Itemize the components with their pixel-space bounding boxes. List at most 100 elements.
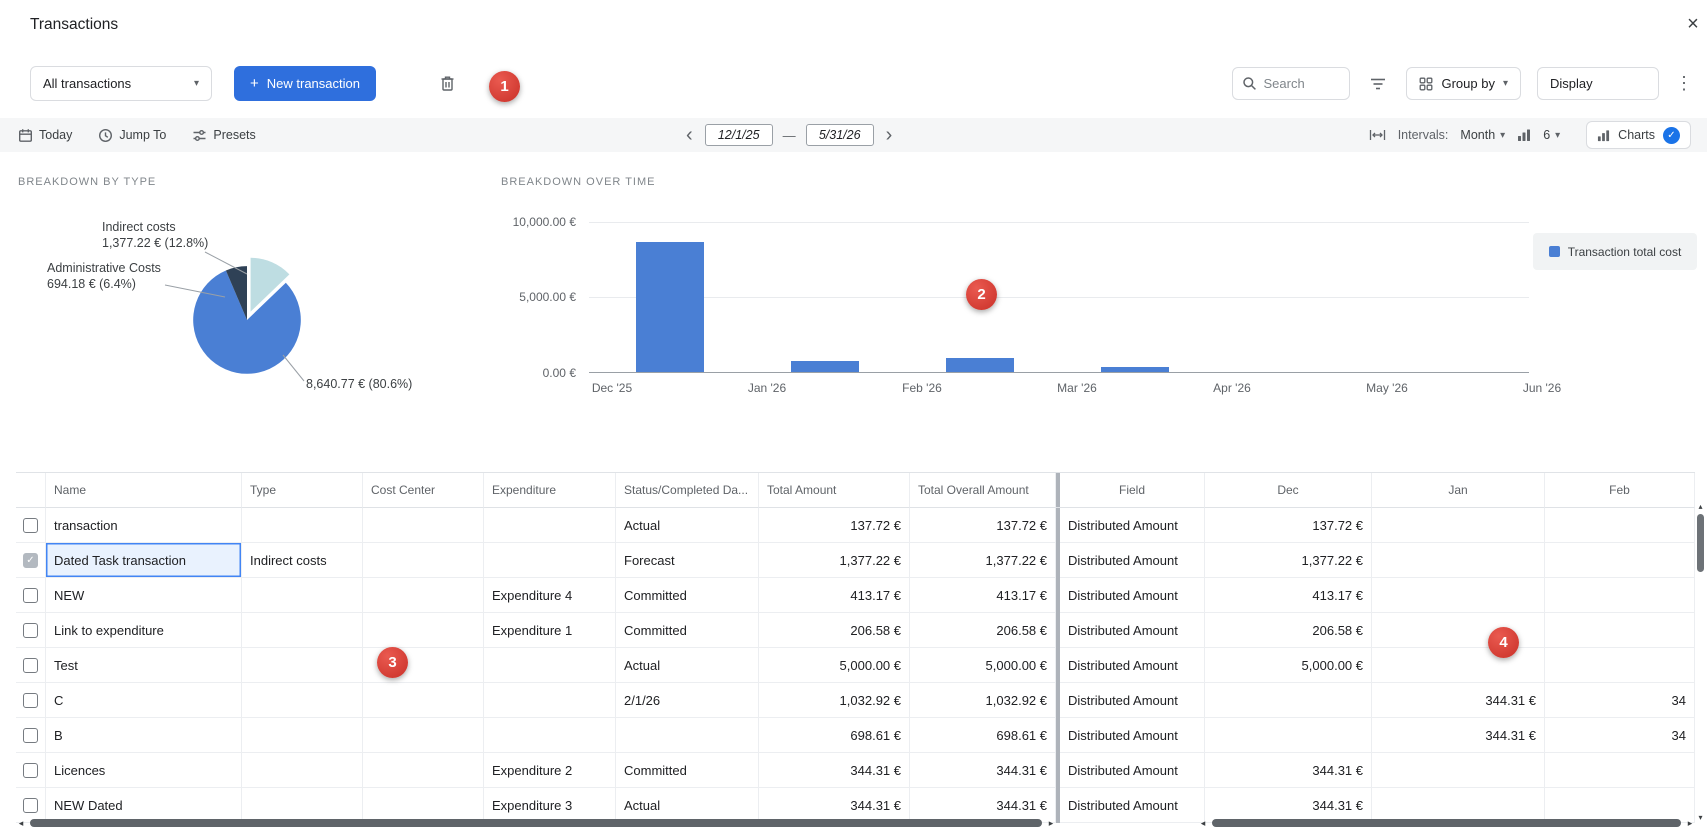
table-cell-total_amount[interactable]: 137.72 € [759,508,910,543]
table-cell-dec[interactable]: 1,377.22 € [1205,543,1372,578]
row-checkbox[interactable] [23,518,38,533]
table-cell-status[interactable]: Committed [616,753,759,788]
table-cell-dec[interactable]: 344.31 € [1205,753,1372,788]
table-cell-field[interactable]: Distributed Amount [1060,718,1205,753]
interval-dropdown[interactable]: Month ▾ [1460,128,1505,142]
table-cell-name[interactable]: transaction [46,508,242,543]
table-cell-expenditure[interactable] [484,718,616,753]
table-cell-total_amount[interactable]: 413.17 € [759,578,910,613]
table-cell-total_overall_amount[interactable]: 344.31 € [910,753,1056,788]
table-cell-type[interactable] [242,648,363,683]
scrollbar-thumb[interactable] [30,819,1042,827]
table-cell-feb[interactable] [1545,578,1695,613]
presets-button[interactable]: Presets [192,128,255,143]
table-cell-name[interactable]: C [46,683,242,718]
table-cell-total_overall_amount[interactable]: 1,032.92 € [910,683,1056,718]
table-cell-feb[interactable]: 34 [1545,718,1695,753]
row-checkbox[interactable] [23,728,38,743]
scroll-up-arrow-icon[interactable]: ▴ [1696,502,1705,511]
bar[interactable] [1101,367,1169,372]
row-checkbox[interactable] [23,623,38,638]
left-pane-horizontal-scrollbar[interactable]: ◂ ▸ [16,818,1056,828]
row-checkbox[interactable] [23,588,38,603]
filter-button[interactable] [1366,72,1390,96]
table-cell-feb[interactable] [1545,613,1695,648]
prev-period-chevron-icon[interactable]: ‹ [684,125,695,145]
table-cell-field[interactable]: Distributed Amount [1060,508,1205,543]
table-row[interactable]: transactionActual137.72 €137.72 €Distrib… [16,508,1695,543]
table-cell-dec[interactable]: 137.72 € [1205,508,1372,543]
table-cell-dec[interactable]: 413.17 € [1205,578,1372,613]
table-cell-feb[interactable]: 34 [1545,683,1695,718]
table-cell-feb[interactable] [1545,753,1695,788]
table-cell-cost_center[interactable] [363,718,484,753]
scroll-right-arrow-icon[interactable]: ▸ [1685,818,1695,828]
column-header-total-amount[interactable]: Total Amount [759,473,910,508]
table-row[interactable]: C2/1/261,032.92 €1,032.92 €Distributed A… [16,683,1695,718]
table-row[interactable]: TestActual5,000.00 €5,000.00 €Distribute… [16,648,1695,683]
table-cell-total_amount[interactable]: 206.58 € [759,613,910,648]
table-cell-expenditure[interactable] [484,683,616,718]
table-cell-dec[interactable] [1205,718,1372,753]
table-cell-type[interactable] [242,508,363,543]
table-cell-status[interactable]: Forecast [616,543,759,578]
table-cell-expenditure[interactable]: Expenditure 4 [484,578,616,613]
table-cell-jan[interactable] [1372,508,1545,543]
table-cell-type[interactable] [242,753,363,788]
column-header-total-overall[interactable]: Total Overall Amount [910,473,1056,508]
range-start-input[interactable] [705,124,773,146]
table-cell-jan[interactable]: 344.31 € [1372,683,1545,718]
close-icon[interactable]: × [1682,13,1704,35]
table-cell-field[interactable]: Distributed Amount [1060,543,1205,578]
table-cell-name[interactable]: B [46,718,242,753]
bar[interactable] [791,361,859,372]
table-cell-total_amount[interactable]: 698.61 € [759,718,910,753]
table-cell-field[interactable]: Distributed Amount [1060,578,1205,613]
table-cell-total_amount[interactable]: 5,000.00 € [759,648,910,683]
table-cell-status[interactable]: Committed [616,578,759,613]
table-row[interactable]: LicencesExpenditure 2Committed344.31 €34… [16,753,1695,788]
table-cell-cost_center[interactable] [363,613,484,648]
table-cell-type[interactable] [242,683,363,718]
row-checkbox[interactable] [23,798,38,813]
search-box[interactable] [1232,67,1350,100]
column-header-type[interactable]: Type [242,473,363,508]
interval-count-dropdown[interactable]: 6 ▾ [1543,128,1560,142]
table-cell-total_amount[interactable]: 1,377.22 € [759,543,910,578]
next-period-chevron-icon[interactable]: › [884,125,895,145]
table-cell-jan[interactable]: 344.31 € [1372,718,1545,753]
table-cell-status[interactable]: Committed [616,613,759,648]
table-cell-cost_center[interactable] [363,578,484,613]
jump-to-button[interactable]: Jump To [98,128,166,143]
table-cell-total_overall_amount[interactable]: 698.61 € [910,718,1056,753]
group-by-button[interactable]: Group by ▾ [1406,67,1521,100]
column-header-name[interactable]: Name [46,473,242,508]
table-cell-type[interactable] [242,613,363,648]
scrollbar-thumb[interactable] [1697,514,1704,572]
column-header-field[interactable]: Field [1060,473,1205,508]
table-row[interactable]: ✓Dated Task transactionIndirect costsFor… [16,543,1695,578]
table-cell-expenditure[interactable]: Expenditure 2 [484,753,616,788]
table-cell-type[interactable] [242,578,363,613]
table-cell-cost_center[interactable] [363,683,484,718]
table-cell-total_amount[interactable]: 1,032.92 € [759,683,910,718]
table-cell-name[interactable]: NEW [46,578,242,613]
row-checkbox[interactable] [23,658,38,673]
table-cell-status[interactable]: Actual [616,508,759,543]
bar[interactable] [946,358,1014,372]
table-cell-status[interactable]: 2/1/26 [616,683,759,718]
table-cell-jan[interactable] [1372,578,1545,613]
table-cell-name[interactable]: Test [46,648,242,683]
column-header-status[interactable]: Status/Completed Da... [616,473,759,508]
table-cell-feb[interactable] [1545,508,1695,543]
table-cell-total_amount[interactable]: 344.31 € [759,753,910,788]
table-cell-expenditure[interactable]: Expenditure 1 [484,613,616,648]
bar[interactable] [636,242,704,372]
table-cell-total_overall_amount[interactable]: 206.58 € [910,613,1056,648]
table-cell-total_overall_amount[interactable]: 5,000.00 € [910,648,1056,683]
scroll-down-arrow-icon[interactable]: ▾ [1696,813,1705,822]
table-cell-field[interactable]: Distributed Amount [1060,613,1205,648]
scroll-right-arrow-icon[interactable]: ▸ [1046,818,1056,828]
table-cell-type[interactable] [242,718,363,753]
table-cell-field[interactable]: Distributed Amount [1060,753,1205,788]
